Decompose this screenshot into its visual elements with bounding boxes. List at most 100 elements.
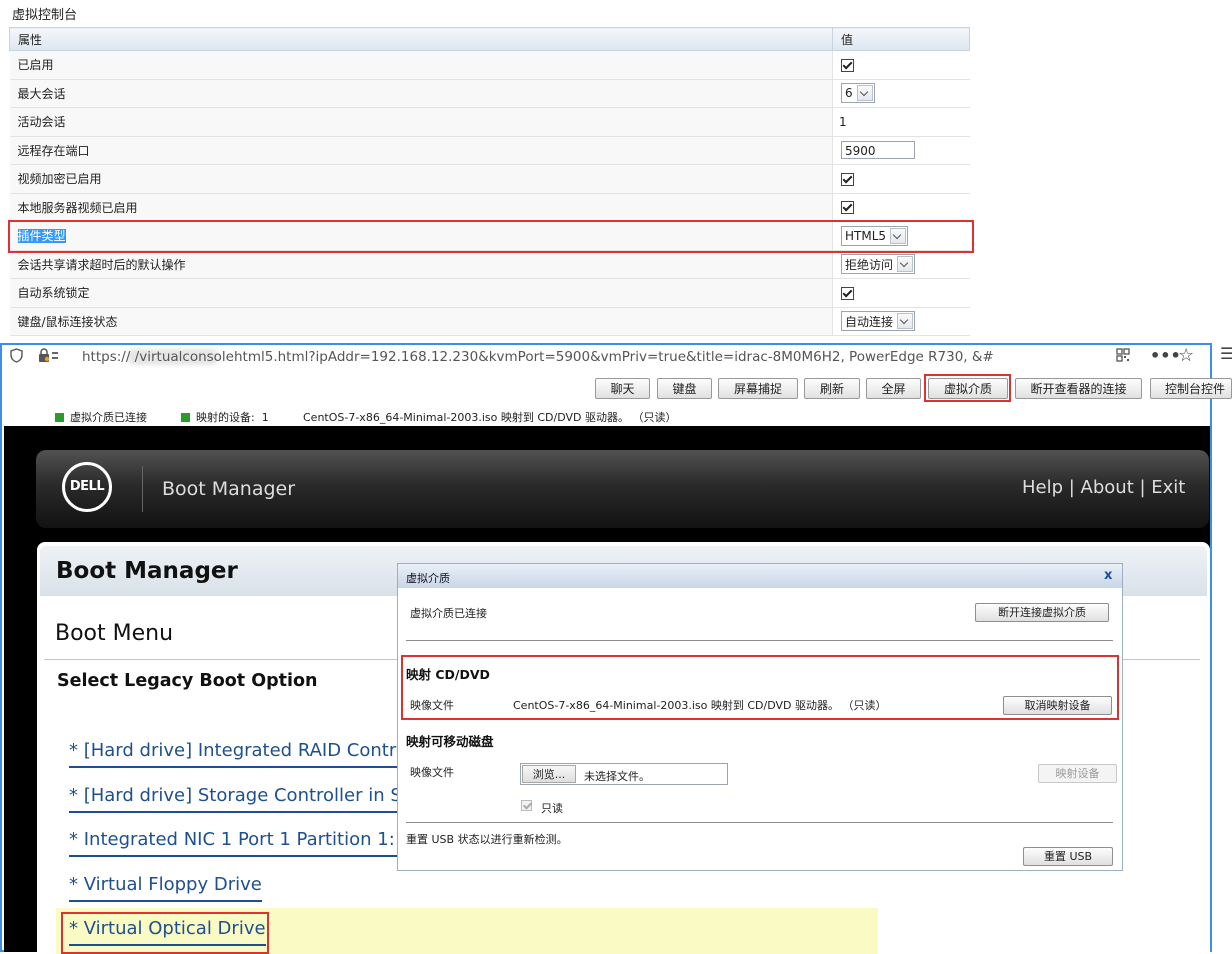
plugin-type-select[interactable]: HTML5 xyxy=(841,225,909,246)
readonly-label: 只读 xyxy=(541,802,563,815)
readonly-checkbox[interactable] xyxy=(521,800,532,811)
max-sessions-value: 6 xyxy=(845,86,853,101)
plugin-type-label: 插件类型 xyxy=(17,229,66,244)
table-row: 自动系统锁定 xyxy=(9,278,970,308)
auto-lock-checkbox[interactable] xyxy=(841,286,854,300)
boot-option-storage[interactable]: * [Hard drive] Storage Controller in Slo… xyxy=(69,785,425,813)
enabled-checkbox[interactable] xyxy=(841,58,854,72)
vm-connected-text: 虚拟介质已连接 xyxy=(70,411,147,424)
mapped-label: 映射的设备: xyxy=(196,411,255,424)
max-sessions-cell: 6 xyxy=(832,79,970,108)
star-icon[interactable]: ☆ xyxy=(1178,345,1194,366)
row-label: 自动系统锁定 xyxy=(9,278,833,308)
chevron-down-icon xyxy=(856,85,873,102)
table-row: 键盘/鼠标连接状态 自动连接 xyxy=(9,307,970,336)
chevron-down-icon xyxy=(897,256,914,273)
share-timeout-cell: 拒绝访问 xyxy=(832,250,970,279)
disconnect-media-button[interactable]: 断开连接虚拟介质 xyxy=(975,603,1109,622)
vm-connected-label: 虚拟介质已连接 xyxy=(410,607,487,620)
local-video-cell xyxy=(832,193,970,222)
max-sessions-select[interactable]: 6 xyxy=(841,83,875,104)
table-row: 最大会话 6 xyxy=(9,79,970,108)
kbd-mouse-cell: 自动连接 xyxy=(832,307,970,336)
column-header-value: 值 xyxy=(832,27,970,51)
table-row: 视频加密已启用 xyxy=(9,164,970,194)
kbd-mouse-value: 自动连接 xyxy=(845,314,894,329)
screen-capture-button[interactable]: 屏幕捕捉 xyxy=(718,378,798,399)
browse-button[interactable]: 浏览... xyxy=(522,765,576,783)
port-input[interactable]: 5900 xyxy=(841,141,915,160)
active-sessions-value: 1 xyxy=(832,107,970,137)
row-label: 本地服务器视频已启用 xyxy=(9,193,833,222)
map-device-button[interactable]: 映射设备 xyxy=(1038,764,1117,783)
share-timeout-select[interactable]: 拒绝访问 xyxy=(841,254,916,275)
dialog-title: 虚拟介质 xyxy=(406,572,450,585)
plugin-type-value: HTML5 xyxy=(845,228,887,243)
boot-option-floppy[interactable]: * Virtual Floppy Drive xyxy=(69,874,262,902)
divider xyxy=(406,640,1113,641)
header-title: Boot Manager xyxy=(162,478,296,500)
panel-title: 虚拟控制台 xyxy=(12,8,78,23)
url-text[interactable]: https:// /virtualconsolehtml5.html?ipAdd… xyxy=(82,349,994,365)
row-label-plugin-type: 插件类型 xyxy=(9,221,833,251)
mapped-devices-status: 映射的设备: 1 xyxy=(181,409,269,425)
row-label: 会话共享请求超时后的默认操作 xyxy=(9,250,833,279)
settings-table: 属性 值 已启用 最大会话 6 活动会话 1 远程存在端口 5900 视频加密已… xyxy=(9,27,970,336)
cd-dvd-section-title: 映射 CD/DVD xyxy=(406,667,490,682)
menu-icon[interactable]: ☰ xyxy=(1220,344,1232,363)
divider xyxy=(406,822,1113,823)
row-label: 远程存在端口 xyxy=(9,136,833,165)
row-label: 最大会话 xyxy=(9,79,833,108)
select-legacy-label: Select Legacy Boot Option xyxy=(57,671,318,691)
chevron-down-icon xyxy=(890,227,907,244)
green-status-icon xyxy=(181,413,190,422)
kbd-mouse-select[interactable]: 自动连接 xyxy=(841,311,916,332)
console-controls-button[interactable]: 控制台控件 xyxy=(1150,378,1232,399)
disconnect-viewer-button[interactable]: 断开查看器的连接 xyxy=(1015,378,1142,399)
table-row: 远程存在端口 5900 xyxy=(9,136,970,165)
close-icon[interactable]: x xyxy=(1104,568,1112,583)
local-video-checkbox[interactable] xyxy=(841,201,854,215)
row-label: 已启用 xyxy=(9,50,833,80)
qr-code-icon[interactable] xyxy=(1116,348,1130,366)
row-label: 活动会话 xyxy=(9,107,833,137)
reset-usb-button[interactable]: 重置 USB xyxy=(1023,847,1113,866)
removable-disk-section-title: 映射可移动磁盘 xyxy=(406,734,494,749)
boot-option-raid[interactable]: * [Hard drive] Integrated RAID Controlle… xyxy=(69,740,436,768)
keyboard-button[interactable]: 键盘 xyxy=(657,378,712,399)
plugin-type-cell: HTML5 xyxy=(832,221,970,251)
cd-image-value: CentOS-7-x86_64-Minimal-2003.iso 映射到 CD/… xyxy=(513,699,887,712)
removable-image-label: 映像文件 xyxy=(410,766,454,779)
row-label: 键盘/鼠标连接状态 xyxy=(9,307,833,336)
dell-logo: DELL xyxy=(62,462,112,512)
chat-button[interactable]: 聊天 xyxy=(595,378,650,399)
header-divider xyxy=(142,466,143,512)
boot-option-optical[interactable]: * Virtual Optical Drive xyxy=(69,918,266,946)
no-file-text: 未选择文件。 xyxy=(584,770,650,783)
mapped-detail: CentOS-7-x86_64-Minimal-2003.iso 映射到 CD/… xyxy=(303,411,677,424)
dialog-titlebar[interactable] xyxy=(398,564,1122,588)
reset-usb-text: 重置 USB 状态以进行重新检测。 xyxy=(406,833,568,846)
fullscreen-button[interactable]: 全屏 xyxy=(866,378,921,399)
boot-option-nic[interactable]: * Integrated NIC 1 Port 1 Partition 1: B… xyxy=(69,829,440,857)
table-row: 活动会话 1 xyxy=(9,107,970,137)
table-row: 已启用 xyxy=(9,50,970,80)
unmap-device-button[interactable]: 取消映射设备 xyxy=(1003,696,1112,715)
table-row: 插件类型 HTML5 xyxy=(9,221,970,251)
lock-icon[interactable] xyxy=(38,348,60,367)
mapped-count: 1 xyxy=(261,411,269,424)
boot-menu-title: Boot Menu xyxy=(55,621,174,646)
table-header-row: 属性 值 xyxy=(9,27,970,51)
vm-connected-status: 虚拟介质已连接 xyxy=(55,409,147,425)
auto-lock-cell xyxy=(832,278,970,308)
port-cell: 5900 xyxy=(832,136,970,165)
share-timeout-value: 拒绝访问 xyxy=(845,257,894,272)
header-links[interactable]: Help | About | Exit xyxy=(1022,477,1185,498)
enabled-cell xyxy=(832,50,970,80)
virtual-media-button[interactable]: 虚拟介质 xyxy=(928,378,1008,399)
refresh-button[interactable]: 刷新 xyxy=(804,378,860,399)
video-encryption-checkbox[interactable] xyxy=(841,172,854,186)
shield-icon[interactable] xyxy=(10,348,23,367)
chevron-down-icon xyxy=(897,313,914,330)
more-icon[interactable]: ••• xyxy=(1150,346,1181,365)
